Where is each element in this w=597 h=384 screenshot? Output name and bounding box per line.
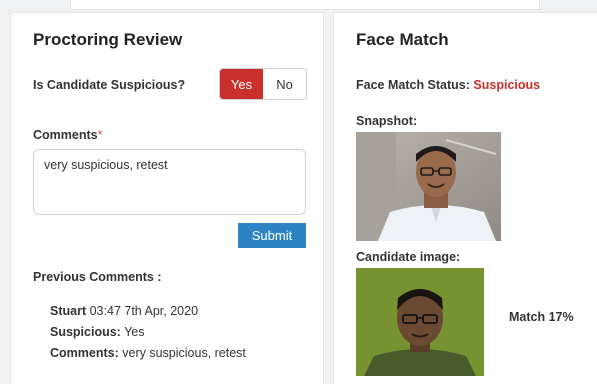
previous-comments-label: Comments:: [50, 346, 119, 360]
comments-label-text: Comments: [33, 128, 98, 142]
candidate-image: [356, 268, 484, 376]
suspicious-no-button[interactable]: No: [263, 69, 306, 99]
previous-comment-author-row: Stuart 03:47 7th Apr, 2020: [50, 304, 198, 318]
required-asterisk: *: [97, 128, 103, 142]
face-match-status-row: Face Match Status: Suspicious: [356, 78, 540, 92]
previous-comment-suspicious-row: Suspicious: Yes: [50, 325, 145, 339]
face-match-status-value: Suspicious: [473, 78, 541, 92]
comments-textarea[interactable]: [33, 149, 306, 215]
suspicious-toggle: Yes No: [219, 68, 307, 100]
match-percentage: Match 17%: [509, 310, 574, 324]
snapshot-image: [356, 132, 501, 241]
suspicious-question-label: Is Candidate Suspicious?: [33, 78, 186, 92]
previous-comments-value: very suspicious, retest: [122, 346, 246, 360]
previous-comment-timestamp: 03:47 7th Apr, 2020: [89, 304, 199, 318]
candidate-image-label: Candidate image:: [356, 250, 461, 264]
face-match-card: Face Match Face Match Status: Suspicious…: [333, 12, 597, 384]
suspicious-yes-button[interactable]: Yes: [220, 69, 263, 99]
snapshot-label: Snapshot:: [356, 114, 418, 128]
top-panel-edge: [70, 0, 540, 10]
previous-comment-author: Stuart: [50, 304, 87, 318]
previous-suspicious-value: Yes: [124, 325, 145, 339]
face-match-status-label: Face Match Status:: [356, 78, 470, 92]
previous-comments-title: Previous Comments :: [33, 270, 162, 284]
comments-label: Comments*: [33, 128, 102, 142]
face-match-title: Face Match: [356, 30, 449, 49]
proctoring-review-title: Proctoring Review: [33, 30, 183, 49]
previous-comment-text-row: Comments: very suspicious, retest: [50, 346, 246, 360]
submit-button[interactable]: Submit: [238, 223, 306, 248]
previous-suspicious-label: Suspicious:: [50, 325, 121, 339]
proctoring-review-card: Proctoring Review Is Candidate Suspiciou…: [10, 12, 324, 384]
